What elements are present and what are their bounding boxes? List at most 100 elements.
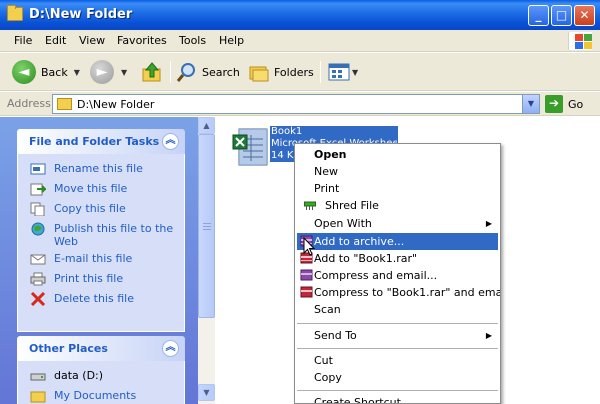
move-icon (30, 183, 46, 196)
back-label: Back (41, 65, 68, 79)
shredder-icon (304, 201, 316, 210)
task-move[interactable]: Move this file (18, 182, 184, 202)
go-button[interactable]: ➔ Go (545, 95, 583, 113)
views-button[interactable]: ▼ (328, 59, 358, 85)
toolbar-separator (170, 61, 171, 83)
address-value: D:\New Folder (77, 98, 155, 111)
panel-header[interactable]: File and Folder Tasks ︽ (17, 129, 185, 154)
menu-separator (297, 323, 498, 324)
winrar-icon (300, 286, 313, 298)
panel-title: Other Places (29, 342, 108, 355)
search-label: Search (202, 65, 240, 79)
menu-file[interactable]: File (14, 34, 32, 47)
file-folder-tasks-panel: File and Folder Tasks ︽ Rename this file… (17, 129, 185, 332)
close-button[interactable]: ✕ (574, 5, 595, 26)
toolbar: ◄ Back ▼ ► ▼ Search Folders ▼ (0, 53, 600, 91)
up-folder-icon (142, 62, 161, 82)
delete-icon (30, 292, 46, 306)
menu-create-shortcut[interactable]: Create Shortcut (297, 394, 498, 403)
menu-add-to-rar[interactable]: Add to "Book1.rar" (297, 250, 498, 267)
search-button[interactable]: Search (176, 59, 240, 85)
panel-body: data (D:) My Documents (17, 361, 185, 404)
task-delete[interactable]: Delete this file (18, 292, 184, 312)
place-my-documents[interactable]: My Documents (18, 389, 184, 404)
menu-scan[interactable]: Scan (297, 301, 498, 318)
menu-edit[interactable]: Edit (45, 34, 66, 47)
task-email[interactable]: E-mail this file (18, 252, 184, 272)
collapse-icon[interactable]: ︽ (162, 340, 179, 357)
task-print[interactable]: Print this file (18, 272, 184, 292)
menu-open-with[interactable]: Open With ▶ (297, 215, 498, 232)
menu-add-to-archive[interactable]: Add to archive... (297, 233, 498, 250)
menu-favorites[interactable]: Favorites (117, 34, 167, 47)
folders-button[interactable]: Folders (248, 59, 314, 85)
collapse-icon[interactable]: ︽ (162, 133, 179, 150)
chevron-down-icon[interactable]: ▼ (121, 68, 127, 77)
menu-separator (297, 390, 498, 391)
print-icon (30, 272, 46, 286)
address-label: Address (7, 97, 51, 110)
windows-logo-icon (568, 32, 592, 50)
task-publish[interactable]: Publish this file to the Web (18, 222, 184, 252)
forward-arrow-icon: ► (90, 60, 114, 84)
folders-icon (249, 66, 269, 82)
submenu-arrow-icon: ▶ (485, 219, 492, 228)
excel-file-icon[interactable] (229, 125, 271, 169)
menu-copy[interactable]: Copy (297, 369, 498, 386)
address-dropdown-button[interactable]: ▼ (522, 95, 539, 113)
task-copy[interactable]: Copy this file (18, 202, 184, 222)
copy-icon (30, 202, 45, 216)
up-folder-button[interactable] (141, 59, 163, 85)
folder-icon (57, 98, 72, 110)
scroll-up-button[interactable]: ▲ (198, 117, 215, 134)
address-input[interactable]: D:\New Folder ▼ (52, 94, 540, 114)
minimize-button[interactable]: _ (528, 5, 549, 26)
menu-compress-rar-email[interactable]: Compress to "Book1.rar" and email (297, 284, 500, 301)
address-bar: Address D:\New Folder ▼ ➔ Go (0, 92, 600, 116)
submenu-arrow-icon: ▶ (485, 331, 492, 340)
file-name: Book1 (271, 126, 303, 137)
panel-header[interactable]: Other Places ︽ (17, 336, 185, 361)
back-button[interactable]: ◄ Back ▼ (12, 59, 80, 85)
grip-line (203, 226, 211, 227)
views-icon (328, 63, 350, 81)
forward-button[interactable]: ► ▼ (90, 59, 127, 85)
menu-send-to[interactable]: Send To ▶ (297, 327, 498, 344)
chevron-down-icon[interactable]: ▼ (352, 68, 358, 77)
scroll-down-button[interactable]: ▼ (198, 384, 215, 401)
vertical-scrollbar[interactable]: ▲ ▼ (198, 117, 215, 404)
rename-icon (30, 163, 46, 175)
email-icon (30, 254, 46, 265)
maximize-button[interactable]: □ (551, 5, 572, 26)
other-places-panel: Other Places ︽ data (D:) My Documents (17, 336, 185, 404)
back-arrow-icon: ◄ (12, 60, 36, 84)
panel-body: Rename this file Move this file Copy thi… (17, 154, 185, 332)
menu-help[interactable]: Help (219, 34, 244, 47)
mouse-cursor-icon (303, 237, 316, 256)
menu-separator (297, 348, 498, 349)
menu-new[interactable]: New (297, 163, 498, 180)
menu-cut[interactable]: Cut (297, 352, 498, 369)
grip-line (203, 229, 211, 230)
menu-print[interactable]: Print (297, 180, 498, 197)
task-pane: File and Folder Tasks ︽ Rename this file… (0, 117, 198, 404)
title-bar[interactable]: D:\New Folder _ □ ✕ (0, 0, 600, 30)
go-arrow-icon: ➔ (545, 95, 563, 113)
grip-line (203, 223, 211, 224)
drive-icon (30, 373, 46, 381)
menu-view[interactable]: View (79, 34, 105, 47)
folders-label: Folders (274, 65, 314, 79)
chevron-down-icon[interactable]: ▼ (74, 68, 80, 77)
menu-open[interactable]: Open (297, 146, 498, 163)
task-rename[interactable]: Rename this file (18, 162, 184, 182)
search-icon (176, 63, 195, 82)
winrar-icon (300, 269, 313, 281)
menu-compress-email[interactable]: Compress and email... (297, 267, 498, 284)
menu-tools[interactable]: Tools (179, 34, 206, 47)
place-drive-d[interactable]: data (D:) (18, 369, 184, 389)
window-title: D:\New Folder (29, 7, 133, 22)
menu-shred-file[interactable]: Shred File (297, 197, 498, 214)
panel-title: File and Folder Tasks (29, 135, 160, 148)
publish-web-icon (31, 222, 45, 236)
scroll-thumb[interactable] (198, 134, 215, 318)
